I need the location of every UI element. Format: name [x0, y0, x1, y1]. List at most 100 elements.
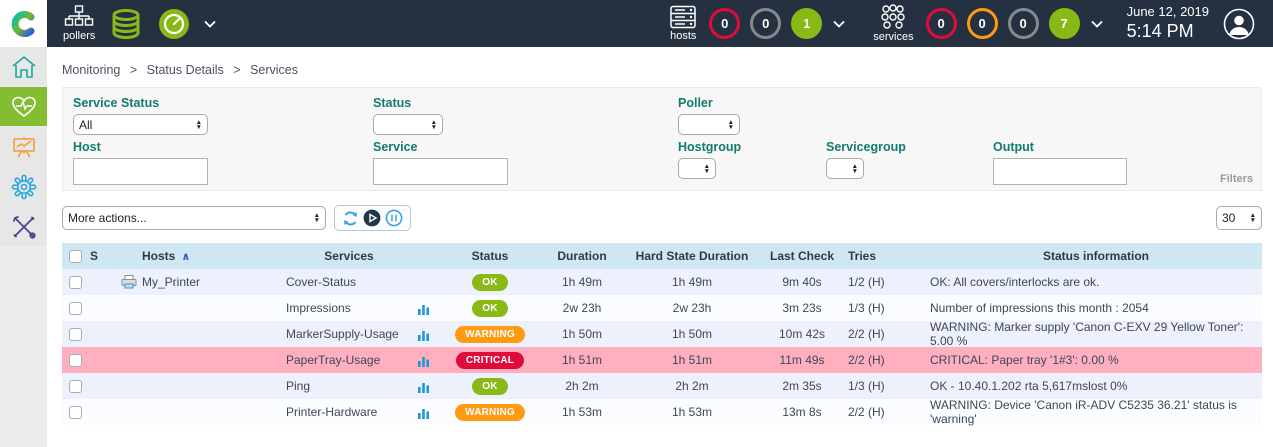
database-status[interactable]	[109, 8, 143, 40]
hosts-unreachable-counter[interactable]: 0	[750, 8, 781, 39]
sidebar-item-administration[interactable]	[0, 207, 47, 246]
servicegroup-select[interactable]: ▲▼	[826, 158, 864, 179]
graph-icon[interactable]	[417, 302, 430, 315]
per-page-select[interactable]: 30 ▲▼	[1216, 206, 1262, 230]
gauge-icon	[157, 7, 191, 41]
col-last-check[interactable]: Last Check	[756, 249, 848, 263]
pause-button[interactable]	[385, 209, 403, 227]
last-check-cell: 13m 8s	[756, 405, 848, 419]
output-input[interactable]	[993, 158, 1127, 185]
col-hosts[interactable]: Hosts∧	[142, 249, 254, 263]
sidebar-item-configuration[interactable]	[0, 167, 47, 206]
row-checkbox[interactable]	[69, 328, 82, 341]
play-button[interactable]	[363, 209, 381, 227]
status-information-cell: Number of impressions this month : 2054	[920, 301, 1262, 315]
tries-cell: 1/3 (H)	[848, 301, 920, 315]
last-check-cell: 2m 35s	[756, 379, 848, 393]
gauge-status[interactable]	[157, 7, 191, 41]
current-date: June 12, 2019	[1127, 4, 1209, 20]
status-badge: WARNING	[455, 326, 525, 343]
easel-chart-icon	[11, 135, 37, 159]
duration-cell: 1h 53m	[536, 405, 628, 419]
service-status-label: Service Status	[73, 96, 363, 110]
col-status-information[interactable]: Status information	[920, 249, 1262, 263]
row-checkbox[interactable]	[69, 354, 82, 367]
pollers-icon	[64, 5, 94, 29]
row-checkbox[interactable]	[69, 380, 82, 393]
hosts-menu[interactable]: hosts	[669, 5, 697, 42]
services-warning-counter[interactable]: 0	[967, 8, 998, 39]
hosts-up-counter[interactable]: 1	[791, 8, 822, 39]
filters-tag[interactable]: Filters	[1220, 173, 1253, 185]
hard-state-duration-cell: 2w 23h	[628, 301, 756, 315]
service-input[interactable]	[373, 158, 508, 185]
hosts-chevron-down-icon[interactable]	[833, 20, 845, 28]
row-checkbox[interactable]	[69, 406, 82, 419]
status-select[interactable]: ▲▼	[373, 114, 443, 135]
duration-cell: 1h 49m	[536, 275, 628, 289]
sidebar-item-reporting[interactable]	[0, 127, 47, 166]
service-link[interactable]: MarkerSupply-Usage	[286, 327, 399, 341]
host-link[interactable]: My_Printer	[142, 275, 200, 289]
graph-icon[interactable]	[417, 328, 430, 341]
table-row: My_Printer Cover-Status OK 1h 49m 1h 49m…	[62, 269, 1262, 295]
hard-state-duration-cell: 1h 53m	[628, 405, 756, 419]
stepper-icon: ▲▼	[704, 164, 710, 174]
breadcrumb-services[interactable]: Services	[250, 63, 298, 77]
status-information-cell: WARNING: Device 'Canon iR-ADV C5235 36.2…	[920, 398, 1262, 426]
col-duration[interactable]: Duration	[536, 249, 628, 263]
more-actions-select[interactable]: More actions... ▲▼	[62, 206, 326, 230]
breadcrumb-monitoring[interactable]: Monitoring	[62, 63, 120, 77]
pollers-menu[interactable]: pollers	[63, 5, 95, 42]
service-link[interactable]: Cover-Status	[286, 275, 356, 289]
col-tries[interactable]: Tries	[848, 249, 920, 263]
hostgroup-label: Hostgroup	[678, 140, 816, 154]
service-link[interactable]: Printer-Hardware	[286, 405, 377, 419]
select-all-checkbox[interactable]	[69, 250, 82, 263]
services-chevron-down-icon[interactable]	[1091, 20, 1103, 28]
duration-cell: 1h 51m	[536, 353, 628, 367]
services-ok-counter[interactable]: 7	[1049, 8, 1080, 39]
col-services[interactable]: Services	[254, 249, 444, 263]
services-critical-counter[interactable]: 0	[926, 8, 957, 39]
top-bar: pollers hosts 0	[0, 0, 1273, 47]
col-s: S	[88, 249, 116, 263]
service-link[interactable]: Impressions	[286, 301, 351, 315]
graph-icon[interactable]	[417, 380, 430, 393]
host-input[interactable]	[73, 158, 208, 185]
refresh-button[interactable]	[342, 210, 359, 227]
hosts-down-counter[interactable]: 0	[709, 8, 740, 39]
stepper-icon: ▲▼	[728, 120, 734, 130]
centreon-logo[interactable]	[0, 0, 47, 47]
tools-icon	[11, 214, 37, 240]
services-unknown-counter[interactable]: 0	[1008, 8, 1039, 39]
hostgroup-select[interactable]: ▲▼	[678, 158, 716, 179]
stepper-icon: ▲▼	[852, 164, 858, 174]
col-hard-state-duration[interactable]: Hard State Duration	[628, 249, 756, 263]
duration-cell: 1h 50m	[536, 327, 628, 341]
pollers-chevron-down-icon[interactable]	[204, 20, 216, 28]
sidebar-item-monitoring[interactable]	[0, 87, 47, 126]
user-menu[interactable]	[1223, 8, 1255, 40]
poller-select[interactable]: ▲▼	[678, 114, 740, 135]
breadcrumb-status-details[interactable]: Status Details	[147, 63, 224, 77]
tries-cell: 2/2 (H)	[848, 327, 920, 341]
service-link[interactable]: PaperTray-Usage	[286, 353, 380, 367]
row-checkbox[interactable]	[69, 302, 82, 315]
row-checkbox[interactable]	[69, 276, 82, 289]
col-status[interactable]: Status	[444, 249, 536, 263]
last-check-cell: 9m 40s	[756, 275, 848, 289]
output-label: Output	[993, 140, 1127, 154]
services-label: services	[873, 31, 913, 43]
duration-cell: 2w 23h	[536, 301, 628, 315]
status-badge: OK	[472, 274, 507, 291]
poller-label: Poller	[678, 96, 740, 110]
services-menu[interactable]: services	[873, 4, 913, 43]
status-information-cell: WARNING: Marker supply 'Canon C-EXV 29 Y…	[920, 320, 1262, 348]
service-link[interactable]: Ping	[286, 379, 310, 393]
graph-icon[interactable]	[417, 406, 430, 419]
graph-icon[interactable]	[417, 354, 430, 367]
table-row: Printer-Hardware WARNING 1h 53m 1h 53m 1…	[62, 399, 1262, 425]
service-status-select[interactable]: All ▲▼	[73, 114, 208, 135]
sidebar-item-home[interactable]	[0, 47, 47, 86]
